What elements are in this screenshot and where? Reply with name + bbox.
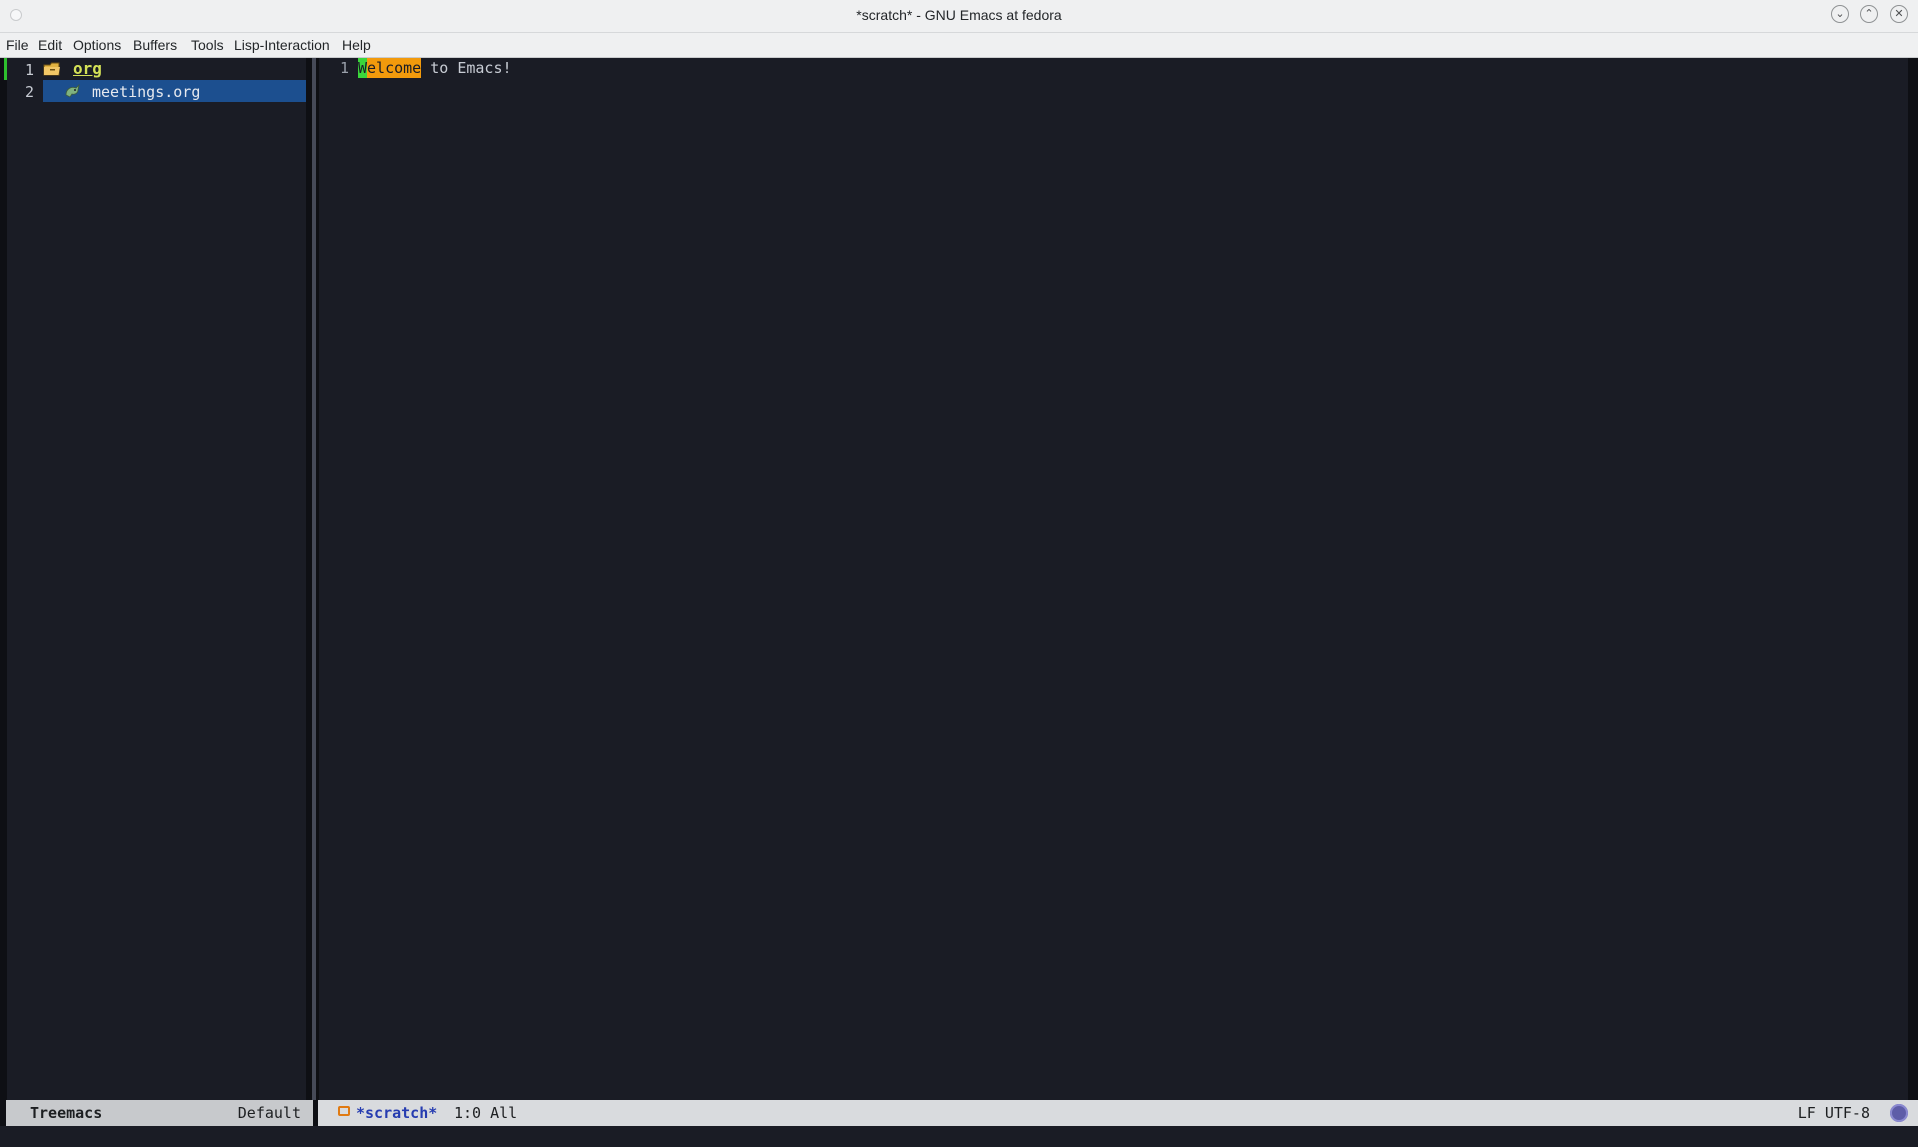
treemacs-file-row[interactable]: 2 meetings.org bbox=[7, 80, 313, 102]
org-unicorn-icon bbox=[65, 83, 80, 98]
window-title: *scratch* - GNU Emacs at fedora bbox=[856, 7, 1062, 23]
line-number: 1 bbox=[340, 59, 350, 77]
line-text-rest: to Emacs! bbox=[421, 59, 512, 77]
treemacs-project-name: org bbox=[73, 59, 102, 78]
file-encoding[interactable]: LF UTF-8 bbox=[1798, 1104, 1870, 1122]
close-button[interactable]: ✕ bbox=[1890, 5, 1908, 23]
treemacs-sidebar: 1 org 2 meetings.org bbox=[0, 58, 313, 1100]
treemacs-root-row[interactable]: 1 org bbox=[7, 58, 307, 80]
menu-buffers[interactable]: Buffers bbox=[133, 37, 177, 53]
highlighted-word: elcome bbox=[367, 59, 422, 77]
treemacs-workspace: Default bbox=[237, 1104, 301, 1122]
left-fringe bbox=[0, 58, 7, 1100]
menu-bar: File Edit Options Buffers Tools Lisp-Int… bbox=[0, 33, 1918, 58]
menu-edit[interactable]: Edit bbox=[38, 37, 62, 53]
treemacs-file-name: meetings.org bbox=[92, 83, 201, 101]
buffer-name: *scratch* bbox=[356, 1104, 438, 1122]
line-number: 1 bbox=[25, 61, 35, 79]
title-bar: *scratch* - GNU Emacs at fedora ⌄ ⌃ ✕ bbox=[0, 0, 1918, 33]
buffer-line[interactable]: 1 Welcome to Emacs! bbox=[316, 58, 1896, 80]
buffer-mode-line[interactable]: *scratch* 1:0 All LF UTF-8 bbox=[318, 1100, 1918, 1126]
minimize-button[interactable]: ⌄ bbox=[1831, 5, 1849, 23]
menu-tools[interactable]: Tools bbox=[191, 37, 224, 53]
folder-icon bbox=[43, 62, 60, 76]
menu-help[interactable]: Help bbox=[342, 37, 371, 53]
treemacs-mode-line[interactable]: Treemacs Default bbox=[0, 1100, 313, 1126]
line-text: Welcome to Emacs! bbox=[358, 59, 512, 77]
menu-options[interactable]: Options bbox=[73, 37, 121, 53]
buffer-icon bbox=[338, 1106, 350, 1116]
right-fringe bbox=[1908, 58, 1918, 1100]
scratch-buffer[interactable]: 1 Welcome to Emacs! bbox=[316, 58, 1908, 1100]
cursor-char: W bbox=[358, 59, 368, 77]
menu-file[interactable]: File bbox=[6, 37, 29, 53]
emacs-icon bbox=[1890, 1104, 1908, 1122]
treemacs-mode-name: Treemacs bbox=[30, 1104, 103, 1122]
menu-lisp-interaction[interactable]: Lisp-Interaction bbox=[234, 37, 330, 53]
maximize-button[interactable]: ⌃ bbox=[1860, 5, 1878, 23]
left-fringe bbox=[316, 58, 319, 1100]
echo-area bbox=[0, 1126, 1918, 1147]
window-divider[interactable] bbox=[306, 58, 316, 1100]
cursor-position: 1:0 All bbox=[454, 1104, 518, 1122]
line-number: 2 bbox=[25, 83, 35, 101]
